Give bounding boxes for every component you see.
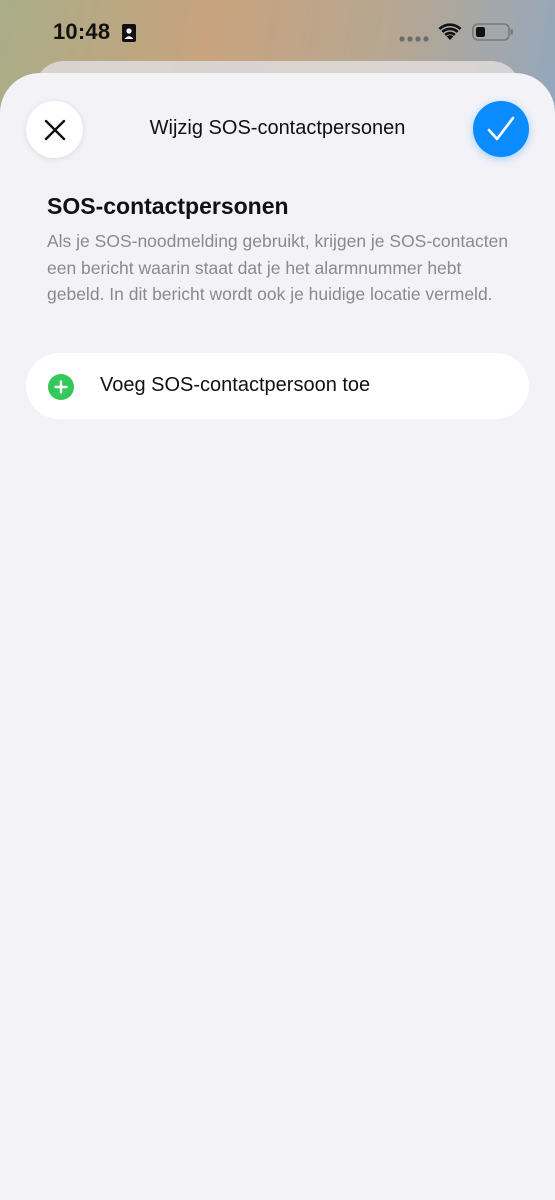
close-icon (44, 119, 65, 140)
nav-title: Wijzig SOS-contactpersonen (149, 117, 406, 139)
add-sos-contact-label: Voeg SOS-contactpersoon toe (100, 374, 371, 396)
section-title: SOS-contactpersonen (47, 193, 289, 219)
edit-sos-contacts-sheet: Wijzig SOS-contactpersonen SOS-contactpe… (0, 73, 555, 1200)
status-time: 10:48 (53, 19, 111, 44)
status-bar: 10:48 (0, 0, 555, 62)
close-button[interactable] (26, 101, 83, 158)
battery-icon (472, 23, 513, 41)
confirm-button[interactable] (473, 101, 529, 157)
add-sos-contact-button[interactable]: Voeg SOS-contactpersoon toe (26, 353, 529, 419)
focus-mode-icon (122, 24, 136, 42)
checkmark-icon (487, 116, 515, 141)
wifi-icon (438, 23, 462, 40)
plus-circle-icon (48, 374, 74, 400)
section-description: Als je SOS-noodmelding gebruikt, krijgen… (47, 231, 509, 304)
cellular-signal-icon (399, 36, 429, 42)
